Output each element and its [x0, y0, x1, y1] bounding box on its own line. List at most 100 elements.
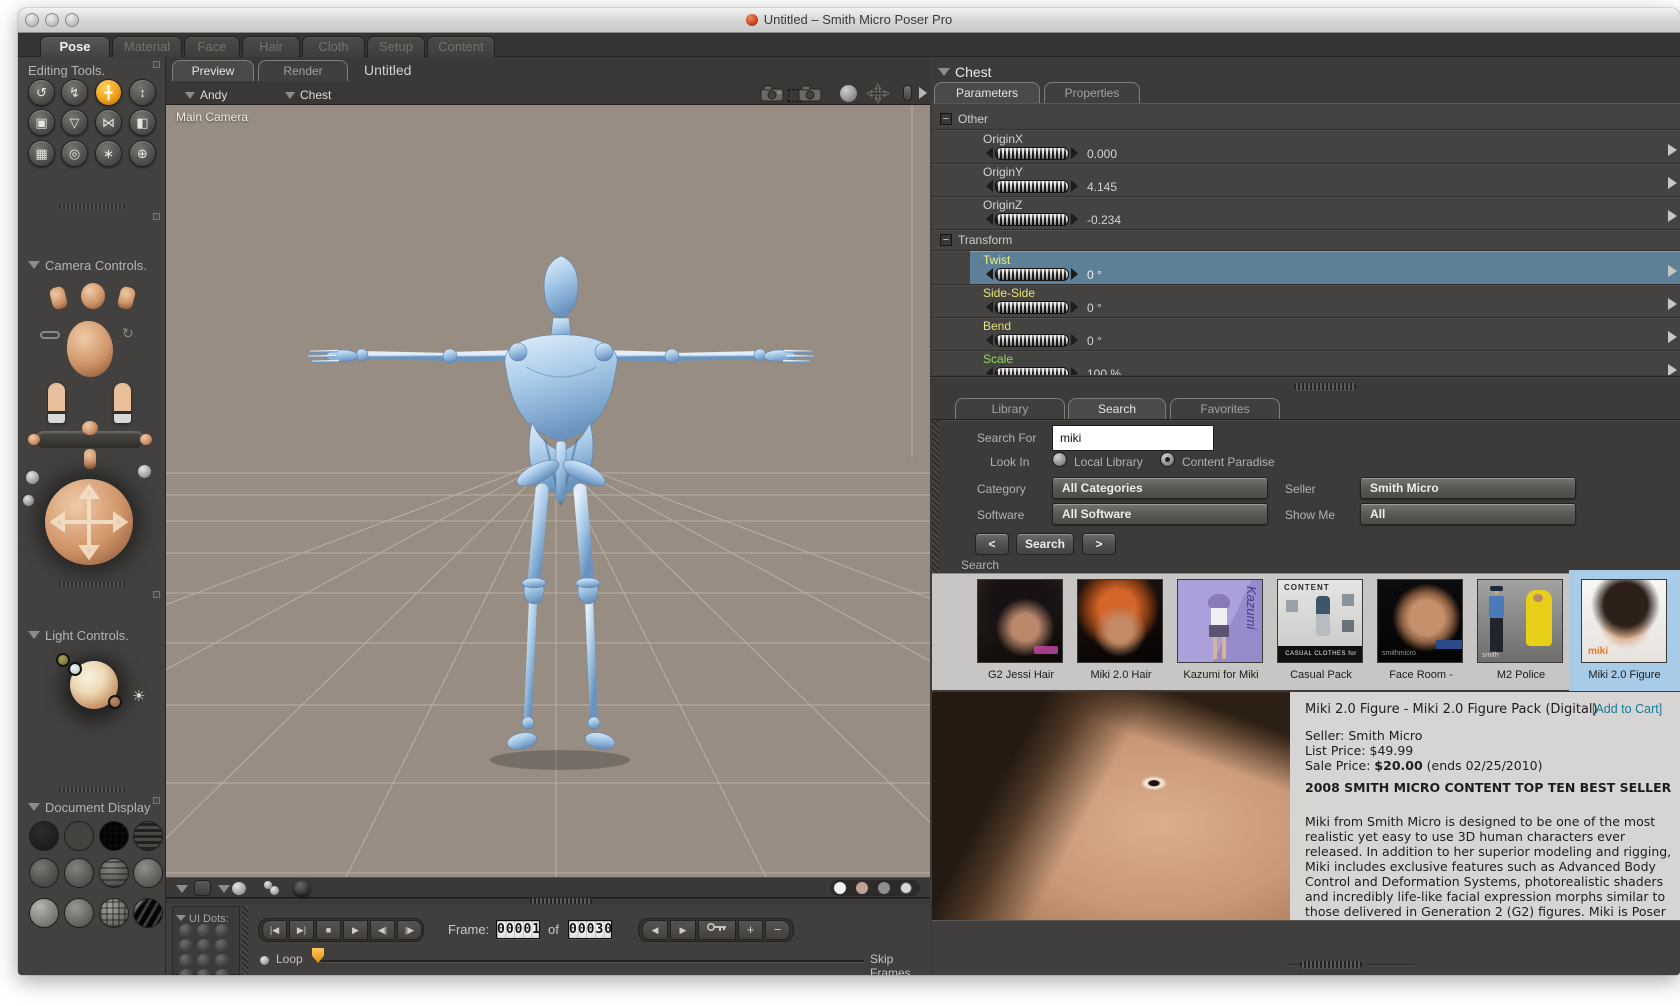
stop-button[interactable]: ■: [316, 920, 341, 940]
display-raytrace-preview-icon[interactable]: [133, 898, 163, 928]
parameters-drawer-handle[interactable]: [1294, 383, 1356, 390]
dark-sphere-icon[interactable]: [294, 881, 310, 895]
light-2-dot[interactable]: [68, 662, 82, 676]
tab-content[interactable]: Content: [427, 36, 495, 57]
param-dial[interactable]: [995, 367, 1069, 375]
ui-dot[interactable]: [197, 954, 211, 967]
dial-decrement[interactable]: [986, 301, 993, 313]
trackball-icon[interactable]: [840, 85, 857, 102]
translate-inout-tool-icon[interactable]: ↕: [129, 79, 156, 106]
section-drag-handle[interactable]: [59, 787, 125, 792]
param-dial[interactable]: [995, 268, 1069, 281]
twist-tool-icon[interactable]: ↯: [61, 79, 88, 106]
3d-viewport[interactable]: Main Camera: [166, 105, 930, 877]
dial-decrement[interactable]: [986, 367, 993, 375]
timeline-track[interactable]: [318, 960, 864, 962]
param-menu-arrow[interactable]: [1668, 364, 1677, 375]
light-controls-expand-icon[interactable]: [153, 591, 160, 598]
dial-increment[interactable]: [1071, 301, 1078, 313]
depth-cue-menu-icon[interactable]: [176, 885, 188, 893]
face-camera-trackhead[interactable]: [67, 321, 113, 377]
step-forward-button[interactable]: |▶: [397, 920, 422, 940]
editing-tools-expand-icon[interactable]: [153, 61, 160, 68]
tab-properties[interactable]: Properties: [1044, 82, 1140, 103]
actor-menu[interactable]: Andy: [185, 86, 227, 104]
display-cartoon-icon[interactable]: [133, 858, 163, 888]
rotate-camera-icon[interactable]: ↻: [122, 325, 134, 342]
dial-increment[interactable]: [1071, 268, 1078, 280]
display-texture-shaded-icon[interactable]: [99, 898, 129, 928]
translate-pull-tool-icon[interactable]: ╋: [95, 79, 122, 106]
morphing-tool-icon[interactable]: ∗: [95, 140, 122, 167]
scale-tool-icon[interactable]: ▣: [28, 109, 55, 136]
ui-dot[interactable]: [197, 924, 211, 937]
result-item[interactable]: Miki 2.0 Hair: [1072, 574, 1170, 691]
ui-dot[interactable]: [215, 939, 229, 952]
display-hidden-line-icon[interactable]: [133, 821, 163, 851]
param-dial[interactable]: [995, 334, 1069, 347]
result-item[interactable]: Kazumi Kazumi for Miki: [1172, 574, 1270, 691]
group-collapse-toggle[interactable]: −: [940, 234, 952, 246]
result-item-selected[interactable]: miki Miki 2.0 Figure: [1569, 570, 1680, 691]
param-value[interactable]: 0 °: [1087, 334, 1102, 348]
direct-manipulation-tool-icon[interactable]: ⊕: [129, 140, 156, 167]
param-value[interactable]: 4.145: [1087, 180, 1117, 194]
key-icon[interactable]: [40, 331, 60, 339]
section-drag-handle[interactable]: [59, 582, 125, 587]
ui-dot[interactable]: [197, 969, 211, 975]
tab-face[interactable]: Face: [184, 36, 240, 57]
seller-dropdown[interactable]: Smith Micro: [1360, 477, 1576, 499]
display-smooth-lined-icon[interactable]: [64, 898, 94, 928]
tab-cloth[interactable]: Cloth: [302, 36, 365, 57]
display-lit-wireframe-icon[interactable]: [29, 858, 59, 888]
multi-sphere-icon[interactable]: [270, 886, 279, 895]
category-dropdown[interactable]: All Categories: [1052, 477, 1268, 499]
light-3-dot[interactable]: [108, 695, 122, 709]
dial-decrement[interactable]: [986, 268, 993, 280]
param-value[interactable]: 0 °: [1087, 268, 1102, 282]
display-flat-lined-icon[interactable]: [99, 858, 129, 888]
tab-favorites[interactable]: Favorites: [1170, 398, 1280, 419]
param-value[interactable]: 0.000: [1087, 147, 1117, 161]
param-value[interactable]: 100 %: [1087, 367, 1121, 375]
tracking-dot-fast[interactable]: [900, 882, 912, 894]
tab-render[interactable]: Render: [258, 60, 348, 81]
view-magnifier-tool-icon[interactable]: ◎: [61, 140, 88, 167]
dial-increment[interactable]: [1071, 180, 1078, 192]
light-controls-header[interactable]: Light Controls.: [28, 627, 129, 645]
search-input[interactable]: [1052, 425, 1214, 451]
ui-dot[interactable]: [197, 939, 211, 952]
display-smooth-shaded-icon[interactable]: [29, 898, 59, 928]
param-menu-arrow[interactable]: [1668, 331, 1677, 343]
element-menu[interactable]: Chest: [285, 86, 331, 104]
display-outline-icon[interactable]: [64, 821, 94, 851]
right-hand-control[interactable]: [114, 383, 131, 423]
camera-trackball[interactable]: [45, 479, 133, 565]
section-drag-handle[interactable]: [59, 204, 125, 209]
result-item[interactable]: smith M2 Police: [1472, 574, 1570, 691]
group-collapse-toggle[interactable]: −: [940, 113, 952, 125]
camera-view-icon[interactable]: [758, 84, 786, 102]
param-dial[interactable]: [995, 180, 1069, 193]
ui-dot[interactable]: [179, 969, 193, 975]
document-display-header[interactable]: Document Display: [28, 799, 151, 817]
camera-controls-cluster[interactable]: ↻: [18, 279, 166, 579]
step-back-button[interactable]: ◀|: [370, 920, 395, 940]
ui-dot[interactable]: [215, 924, 229, 937]
param-value[interactable]: 0 °: [1087, 301, 1102, 315]
tab-pose[interactable]: Pose: [40, 36, 110, 57]
show-me-dropdown[interactable]: All: [1360, 503, 1576, 525]
loop-toggle[interactable]: [260, 956, 269, 965]
tracking-dot-full[interactable]: [834, 882, 846, 894]
document-display-expand-icon[interactable]: [153, 797, 160, 804]
grouping-tool-icon[interactable]: ▦: [28, 140, 55, 167]
chain-break-tool-icon[interactable]: ⋈: [95, 109, 122, 136]
total-frames-field[interactable]: 00030: [568, 920, 612, 939]
tab-setup[interactable]: Setup: [367, 36, 425, 57]
ui-dot[interactable]: [215, 954, 229, 967]
shadow-toggle-button[interactable]: [194, 880, 211, 896]
tracking-dot-box[interactable]: [856, 882, 868, 894]
ui-dot[interactable]: [179, 954, 193, 967]
display-flat-shaded-icon[interactable]: [64, 858, 94, 888]
tab-parameters[interactable]: Parameters: [934, 82, 1040, 103]
